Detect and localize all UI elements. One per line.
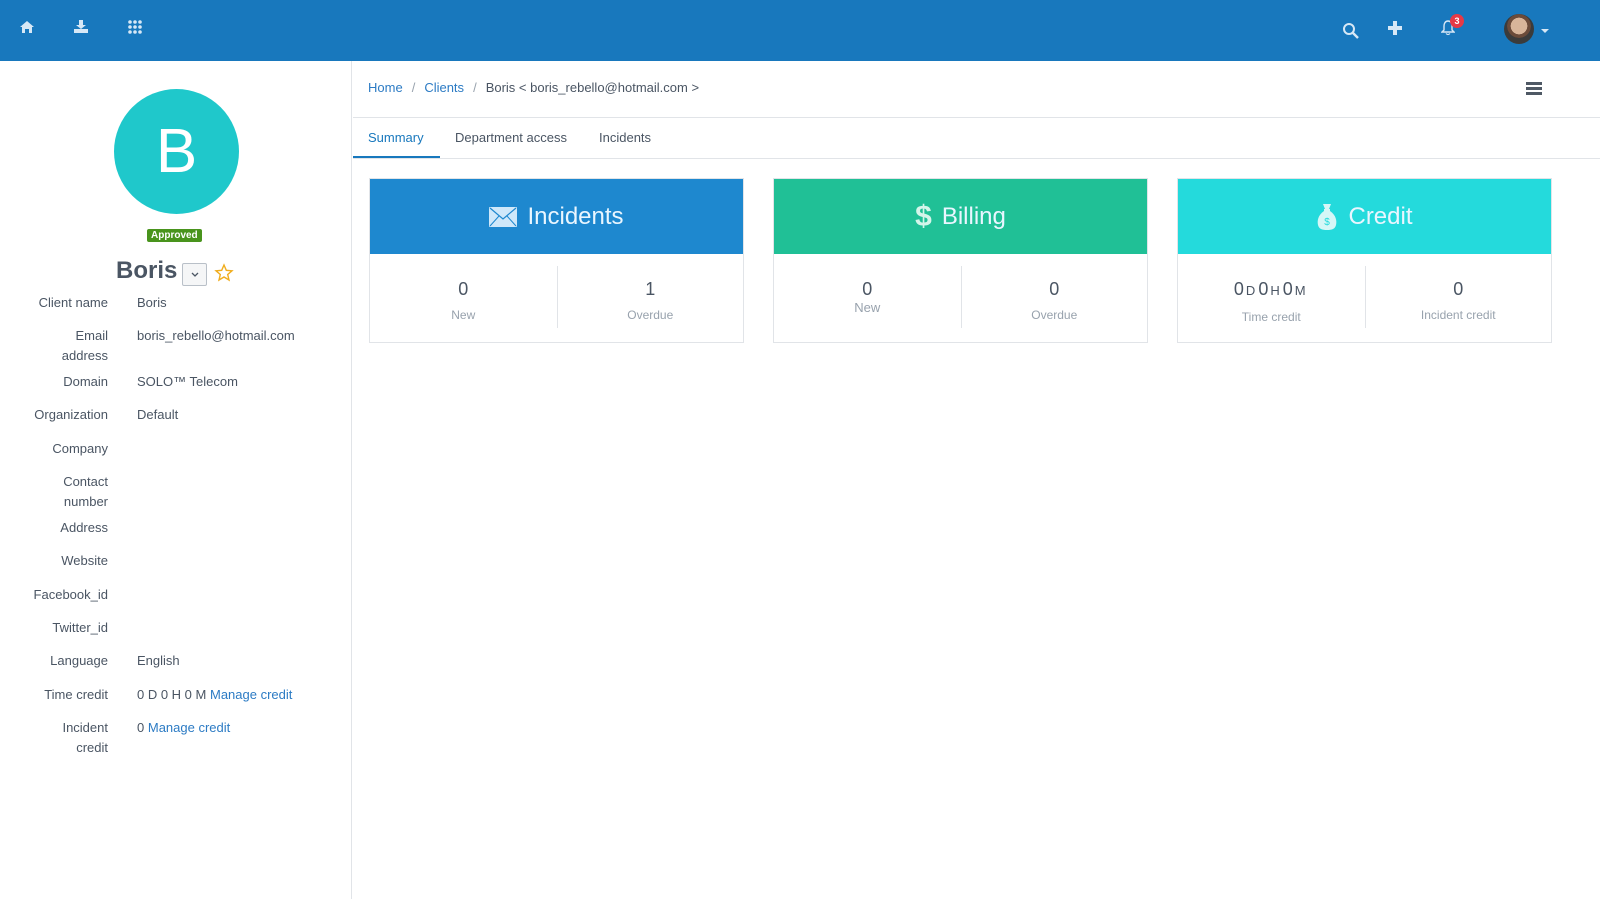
- breadcrumb-separator: /: [411, 80, 416, 95]
- incident-credit-stat[interactable]: 0 Incident credit: [1364, 266, 1552, 328]
- manage-time-credit-link[interactable]: Manage credit: [210, 687, 292, 702]
- client-profile-panel: B Approved Boris Client name Boris Email…: [0, 61, 352, 899]
- plus-icon[interactable]: [1385, 18, 1405, 38]
- field-label: Website: [61, 553, 108, 568]
- credit-card-body: 0D0H0M Time credit 0 Incident credit: [1178, 254, 1551, 344]
- field-label: Twitter_id: [52, 620, 108, 635]
- stat-label: Incident credit: [1420, 308, 1496, 322]
- envelope-icon: [489, 206, 518, 227]
- tab-bar: Summary Department access Incidents: [353, 118, 1600, 159]
- money-bag-icon: $: [1318, 203, 1337, 230]
- client-avatar: B: [114, 89, 239, 214]
- time-credit-value: 0D0H0M: [1178, 278, 1365, 302]
- field-label: Client name: [38, 295, 108, 310]
- client-name-title: Boris: [116, 257, 178, 284]
- svg-text:$: $: [1325, 217, 1331, 228]
- stat-value: 0: [862, 279, 873, 299]
- breadcrumb-home[interactable]: Home: [368, 80, 403, 95]
- billing-new-stat[interactable]: 0 New: [774, 266, 961, 328]
- field-label: Organization: [34, 407, 108, 422]
- minutes-unit: M: [1294, 283, 1306, 298]
- stat-label: New: [451, 308, 476, 322]
- incidents-card[interactable]: Incidents 0 New 1 Overdue: [369, 178, 744, 343]
- dollar-icon: $: [915, 199, 932, 233]
- stat-value: 1: [645, 279, 656, 299]
- field-value: Default: [137, 407, 179, 422]
- incidents-card-header: Incidents: [370, 179, 743, 254]
- field-label: Facebook_id: [33, 587, 108, 602]
- user-menu-caret-icon[interactable]: [1541, 29, 1549, 33]
- stat-value: 0: [1453, 279, 1464, 299]
- tab-summary[interactable]: Summary: [368, 130, 424, 145]
- stat-label: Overdue: [1031, 308, 1078, 322]
- client-actions-dropdown[interactable]: [182, 263, 207, 286]
- field-value: English: [137, 653, 180, 668]
- field-label: Language: [50, 653, 108, 668]
- chevron-down-icon: [191, 272, 198, 277]
- incident-credit-value: 0: [137, 720, 145, 735]
- stat-value: 0: [458, 279, 469, 299]
- billing-card-header: $ Billing: [774, 179, 1147, 254]
- apps-grid-icon[interactable]: [125, 17, 145, 37]
- stat-value: 0: [1049, 279, 1060, 299]
- active-tab-indicator: [353, 156, 440, 158]
- days-unit: D: [1245, 283, 1256, 298]
- home-icon[interactable]: [17, 17, 37, 37]
- billing-overdue-stat[interactable]: 0 Overdue: [960, 266, 1148, 328]
- credit-card[interactable]: $ Credit 0D0H0M Time credit 0 Incident c…: [1177, 178, 1552, 343]
- field-value: 0 D 0 H 0 M Manage credit: [137, 685, 292, 705]
- field-label: Company: [52, 441, 108, 456]
- incidents-new-stat[interactable]: 0 New: [370, 266, 557, 328]
- hours-unit: H: [1270, 283, 1280, 298]
- user-avatar[interactable]: [1504, 14, 1534, 44]
- field-label: Time credit: [44, 687, 108, 702]
- stat-label: Time credit: [1241, 310, 1301, 324]
- stat-label: Overdue: [627, 308, 674, 322]
- search-icon[interactable]: [1341, 21, 1361, 41]
- breadcrumb-current: Boris < boris_rebello@hotmail.com >: [485, 80, 700, 95]
- field-value: 0 Manage credit: [137, 718, 230, 738]
- status-badge: Approved: [147, 229, 202, 242]
- billing-card[interactable]: $ Billing 0 New 0 Overdue: [773, 178, 1148, 343]
- field-label: Address: [60, 520, 108, 535]
- notification-count-badge: 3: [1450, 14, 1464, 28]
- billing-card-body: 0 New 0 Overdue: [774, 254, 1147, 344]
- days-value: 0: [1233, 279, 1244, 299]
- credit-card-header: $ Credit: [1178, 179, 1551, 254]
- incidents-card-body: 0 New 1 Overdue: [370, 254, 743, 344]
- time-credit-value: 0 D 0 H 0 M: [137, 687, 207, 702]
- field-label: Contact number: [63, 474, 108, 509]
- tab-incidents[interactable]: Incidents: [599, 130, 651, 145]
- hamburger-menu-icon[interactable]: [1526, 82, 1542, 96]
- field-label: Incident credit: [62, 720, 108, 755]
- field-value: boris_rebello@hotmail.com: [137, 328, 295, 343]
- minutes-value: 0: [1282, 279, 1293, 299]
- favorite-star-icon[interactable]: [214, 263, 234, 283]
- top-navigation-bar: 3: [0, 0, 1600, 61]
- breadcrumb: Home / Clients / Boris < boris_rebello@h…: [368, 80, 699, 95]
- download-icon[interactable]: [71, 17, 91, 37]
- breadcrumb-clients[interactable]: Clients: [424, 80, 464, 95]
- manage-incident-credit-link[interactable]: Manage credit: [148, 720, 230, 735]
- incidents-overdue-stat[interactable]: 1 Overdue: [556, 266, 744, 328]
- credit-card-title: Credit: [1348, 202, 1413, 230]
- stat-label: New: [854, 300, 881, 315]
- field-label: Domain: [63, 374, 108, 389]
- breadcrumb-separator: /: [473, 80, 477, 95]
- billing-card-title: Billing: [941, 202, 1006, 230]
- tab-department-access[interactable]: Department access: [455, 130, 567, 145]
- field-value: SOLO™ Telecom: [137, 374, 238, 389]
- hours-value: 0: [1258, 279, 1269, 299]
- field-value: Boris: [137, 295, 167, 310]
- field-label: Email address: [61, 328, 108, 363]
- incidents-card-title: Incidents: [527, 202, 624, 230]
- time-credit-stat[interactable]: 0D0H0M Time credit: [1178, 266, 1365, 328]
